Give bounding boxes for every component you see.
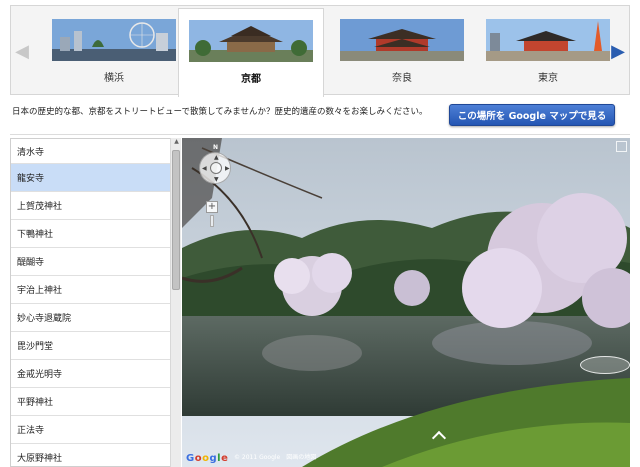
logo-letter: g — [209, 453, 218, 464]
terms-link[interactable]: 図画の地図 — [286, 454, 316, 461]
logo-letter: G — [186, 453, 195, 464]
nara-thumbnail — [340, 19, 464, 61]
list-item-selected[interactable]: 龍安寺 — [11, 164, 180, 192]
copyright-label: © 2011 Google — [234, 454, 281, 461]
street-marker-icon[interactable] — [580, 356, 630, 374]
chevron-left-icon[interactable]: ◀ — [11, 6, 33, 96]
tokyo-thumbnail — [486, 19, 610, 61]
logo-letter: e — [221, 453, 229, 464]
list-item[interactable]: 醍醐寺 — [11, 248, 180, 276]
scroll-up-icon[interactable]: ▲ — [171, 138, 182, 148]
place-carousel: ◀ 横浜 京都 奈良 東京 ▶ — [10, 5, 630, 97]
list-item[interactable]: 宇治上神社 — [11, 276, 180, 304]
kyoto-thumbnail — [189, 20, 313, 62]
list-item[interactable]: 大原野神社 — [11, 444, 180, 466]
pan-center-icon[interactable] — [210, 162, 222, 174]
yokohama-thumbnail — [52, 19, 176, 61]
pan-down-icon[interactable]: ▼ — [214, 176, 219, 183]
list-item[interactable]: 妙心寺退蔵院 — [11, 304, 180, 332]
tab-label: 東京 — [538, 73, 558, 84]
pan-right-icon[interactable]: ▶ — [225, 165, 230, 172]
pan-left-icon[interactable]: ◀ — [202, 165, 207, 172]
street-view-image — [182, 138, 630, 467]
tab-nara[interactable]: 奈良 — [329, 12, 475, 96]
tab-label: 京都 — [241, 74, 261, 85]
tab-label: 奈良 — [392, 73, 412, 84]
scroll-thumb[interactable] — [172, 150, 180, 290]
list-item[interactable]: 清水寺 — [11, 139, 180, 164]
tab-tokyo[interactable]: 東京 — [475, 12, 621, 96]
copyright-text: © 2011 Google 図画の地図 — [234, 452, 316, 461]
street-view-panel[interactable]: N ▲ ▼ ◀ ▶ + Google © 2011 Google 図画の地図 — [182, 138, 630, 467]
list-item[interactable]: 毘沙門堂 — [11, 332, 180, 360]
description-text: 日本の歴史的な都、京都をストリートビューで散策してみませんか？歴史的遺産の数々を… — [12, 107, 428, 117]
list-item[interactable]: 正法寺 — [11, 416, 180, 444]
tab-kyoto[interactable]: 京都 — [178, 8, 324, 97]
divider — [10, 134, 630, 135]
navigation-control[interactable]: N ▲ ▼ ◀ ▶ — [199, 144, 231, 184]
list-item[interactable]: 下鴨神社 — [11, 220, 180, 248]
list-item[interactable]: 平野神社 — [11, 388, 180, 416]
open-in-google-maps-button[interactable]: この場所を Google マップで見る — [449, 104, 615, 126]
expand-icon[interactable] — [616, 141, 627, 152]
tab-label: 横浜 — [104, 73, 124, 84]
place-list: 清水寺 龍安寺 上賀茂神社 下鴨神社 醍醐寺 宇治上神社 妙心寺退蔵院 毘沙門堂… — [10, 138, 180, 467]
zoom-slider[interactable] — [210, 215, 214, 227]
compass-north-label: N — [213, 144, 219, 151]
pan-up-icon[interactable]: ▲ — [214, 154, 219, 161]
list-scrollbar[interactable]: ▲ — [170, 138, 181, 467]
tab-yokohama[interactable]: 横浜 — [41, 12, 187, 96]
logo-letter: o — [194, 453, 203, 464]
chevron-right-icon[interactable]: ▶ — [607, 6, 629, 96]
list-item[interactable]: 上賀茂神社 — [11, 192, 180, 220]
list-item[interactable]: 金戒光明寺 — [11, 360, 180, 388]
google-logo: Google — [186, 453, 228, 464]
zoom-in-button[interactable]: + — [206, 201, 218, 213]
